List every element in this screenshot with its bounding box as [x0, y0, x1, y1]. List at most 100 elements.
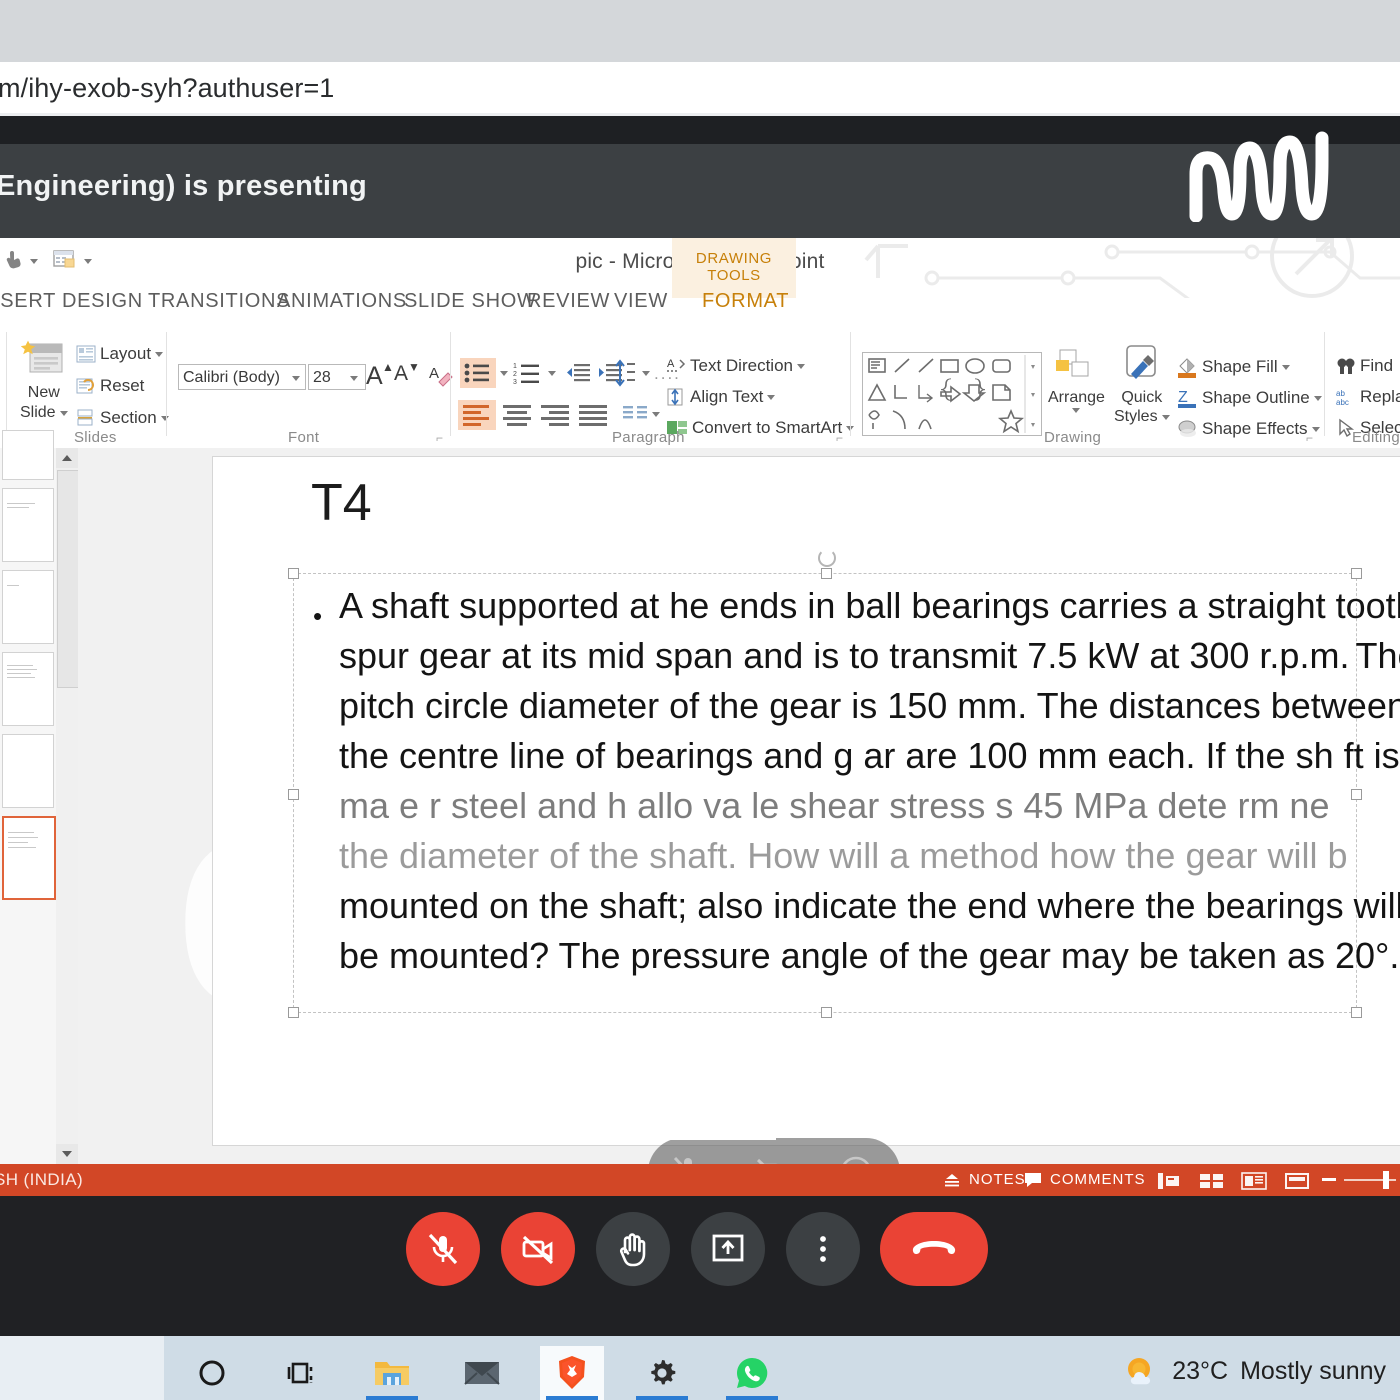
chevron-down-icon-shapefill[interactable] — [1281, 364, 1290, 370]
chevron-down-icon-arrange[interactable] — [1072, 408, 1081, 413]
tab-format[interactable]: FORMAT — [702, 290, 789, 313]
tab-design[interactable]: DESIGN — [62, 290, 143, 313]
taskbar-start-area[interactable] — [0, 1336, 164, 1400]
chevron-down-icon-section[interactable] — [160, 415, 169, 421]
drawing-dialog-launcher[interactable]: ⌐ — [1306, 431, 1313, 445]
resize-handle-tr[interactable] — [1351, 568, 1362, 579]
chevron-down-icon-linespacing[interactable] — [642, 371, 650, 376]
justify-icon[interactable] — [576, 400, 612, 435]
slide-sorter-icon[interactable] — [1199, 1172, 1225, 1195]
scroll-down-arrow[interactable] — [56, 1144, 78, 1164]
resize-handle-bc[interactable] — [821, 1007, 832, 1018]
zoom-slider-handle[interactable] — [1383, 1171, 1389, 1189]
slide-thumbnail[interactable] — [2, 570, 54, 644]
camera-off-icon[interactable] — [752, 1152, 792, 1164]
resize-handle-mr[interactable] — [1351, 789, 1362, 800]
line-spacing-icon[interactable] — [614, 358, 636, 393]
align-text-button[interactable]: Align Text — [666, 387, 776, 407]
floating-meet-controls-overlay[interactable] — [648, 1124, 900, 1164]
shrink-font-button[interactable]: A — [394, 362, 408, 386]
slideshow-icon[interactable] — [1284, 1172, 1310, 1195]
align-center-icon[interactable] — [500, 400, 536, 435]
slide-textbox[interactable]: • A shaft supported at he ends in ball b… — [288, 549, 1400, 1018]
arrange-button[interactable]: Arrange — [1048, 348, 1105, 413]
comments-button[interactable]: COMMENTS — [1023, 1171, 1146, 1188]
normal-view-icon[interactable] — [1157, 1172, 1183, 1195]
shape-outline-button[interactable]: Z Shape Outline — [1176, 387, 1322, 409]
rotate-handle[interactable] — [818, 549, 836, 567]
minus-circle-icon[interactable] — [836, 1152, 876, 1164]
camera-off-button[interactable] — [501, 1212, 575, 1286]
resize-handle-ml[interactable] — [288, 789, 299, 800]
resize-handle-br[interactable] — [1351, 1007, 1362, 1018]
numbering-icon[interactable]: 123 — [512, 358, 546, 393]
slide-thumbnail[interactable] — [2, 488, 54, 562]
mic-off-button[interactable] — [406, 1212, 480, 1286]
chevron-down-icon-fontsize[interactable] — [350, 376, 358, 381]
chevron-down-icon-bullets[interactable] — [500, 371, 508, 376]
new-slide-button[interactable]: New Slide — [20, 340, 68, 422]
chevron-down-icon-numbering[interactable] — [548, 371, 556, 376]
language-indicator[interactable]: SH (INDIA) — [0, 1170, 83, 1190]
browser-address-bar[interactable]: m/ihy-exob-syh?authuser=1 — [0, 62, 1400, 116]
scroll-up-arrow[interactable] — [56, 448, 78, 468]
reset-button[interactable]: Reset — [76, 376, 144, 396]
present-now-button[interactable] — [691, 1212, 765, 1286]
chevron-down-icon-textdir[interactable] — [796, 363, 805, 369]
tab-review[interactable]: REVIEW — [527, 290, 610, 313]
chevron-down-icon-columns[interactable] — [652, 412, 660, 417]
align-right-icon[interactable] — [538, 400, 574, 435]
slide-thumbnail[interactable] — [2, 652, 54, 726]
slide-body-text[interactable]: • A shaft supported at he ends in ball b… — [313, 581, 1400, 981]
convert-to-smartart-button[interactable]: Convert to SmartArt — [666, 418, 855, 438]
chevron-down-icon-shapeoutline[interactable] — [1313, 395, 1322, 401]
resize-handle-tl[interactable] — [288, 568, 299, 579]
cortana-search-button[interactable] — [180, 1346, 244, 1400]
shape-effects-button[interactable]: Shape Effects — [1176, 418, 1320, 440]
file-explorer-button[interactable] — [360, 1346, 424, 1400]
chevron-down-icon-newslide[interactable] — [59, 410, 68, 416]
mic-off-icon[interactable] — [668, 1152, 708, 1164]
font-dialog-launcher[interactable]: ⌐ — [436, 431, 443, 445]
settings-button[interactable] — [630, 1346, 694, 1400]
notes-button[interactable]: NOTES — [942, 1171, 1026, 1188]
task-view-button[interactable] — [270, 1346, 334, 1400]
tab-view[interactable]: VIEW — [614, 290, 668, 313]
replace-button[interactable]: ababc Replac — [1336, 387, 1400, 407]
paragraph-dialog-launcher[interactable]: ⌐ — [836, 431, 843, 445]
shapes-gallery[interactable] — [862, 352, 1042, 436]
grow-font-button[interactable]: A — [366, 362, 383, 391]
tab-slide-show[interactable]: SLIDE SHOW — [404, 290, 537, 313]
brave-browser-button[interactable] — [540, 1346, 604, 1400]
chevron-down-icon-aligntext[interactable] — [767, 394, 776, 400]
ribbon-tab-strip[interactable]: ISERT DESIGN TRANSITIONS ANIMATIONS SLID… — [0, 286, 1400, 326]
chevron-down-icon-quickstyles[interactable] — [1161, 414, 1170, 420]
slide-canvas[interactable]: T4 • A shaft supported at he ends in bal… — [212, 456, 1400, 1146]
quick-styles-button[interactable]: Quick Styles — [1114, 344, 1170, 426]
resize-handle-bl[interactable] — [288, 1007, 299, 1018]
thumbnail-scrollbar[interactable] — [56, 448, 79, 1164]
text-direction-button[interactable]: A Text Direction — [666, 356, 805, 376]
reading-view-icon[interactable] — [1241, 1172, 1267, 1195]
bullets-icon[interactable] — [460, 358, 496, 388]
chevron-down-icon-layout[interactable] — [155, 351, 164, 357]
weather-widget[interactable]: 23°C Mostly sunny — [1122, 1352, 1386, 1390]
slide-thumbnail-selected[interactable] — [2, 816, 56, 900]
slide-thumbnail-pane[interactable] — [0, 430, 57, 1164]
shape-fill-button[interactable]: Shape Fill — [1176, 356, 1290, 378]
more-options-button[interactable] — [786, 1212, 860, 1286]
raise-hand-button[interactable] — [596, 1212, 670, 1286]
chevron-down-icon-font[interactable] — [292, 376, 300, 381]
slide-thumbnail[interactable] — [2, 430, 54, 480]
scrollbar-thumb[interactable] — [57, 470, 79, 688]
font-name-input[interactable]: Calibri (Body) — [178, 364, 306, 390]
tab-animations[interactable]: ANIMATIONS — [277, 290, 407, 313]
zoom-out-button[interactable] — [1322, 1178, 1336, 1181]
tab-insert[interactable]: ISERT — [0, 290, 56, 313]
layout-button[interactable]: Layout — [76, 344, 164, 364]
leave-call-button[interactable] — [880, 1212, 988, 1286]
slide-thumbnail[interactable] — [2, 734, 54, 808]
find-button[interactable]: Find — [1336, 356, 1393, 376]
whatsapp-button[interactable] — [720, 1346, 784, 1400]
section-button[interactable]: Section — [76, 408, 169, 428]
